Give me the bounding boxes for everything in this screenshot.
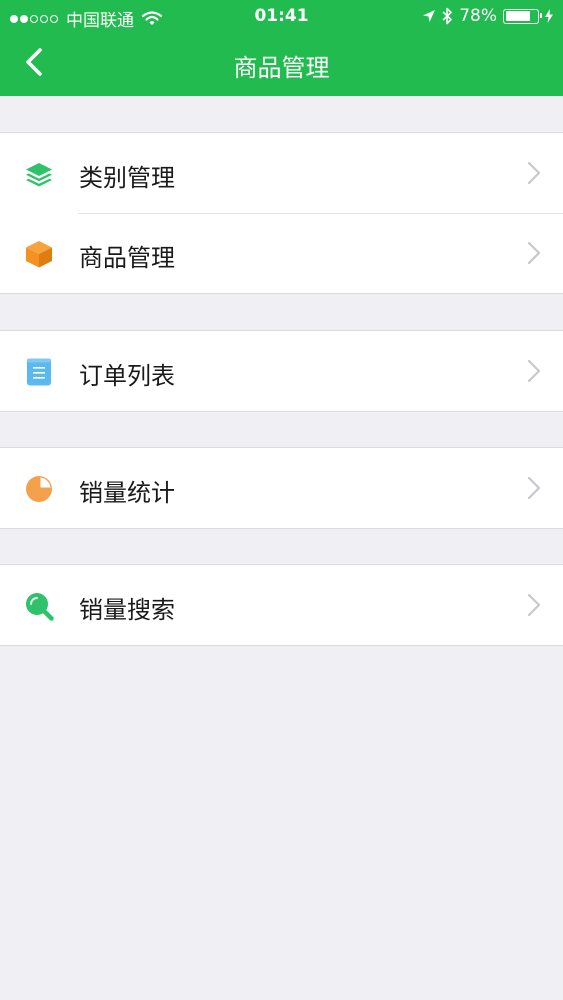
pie-chart-icon — [26, 476, 52, 502]
chevron-right-icon — [527, 593, 541, 617]
charging-bolt-icon — [545, 9, 553, 23]
menu-item-label: 类别管理 — [79, 164, 175, 192]
menu-item-order-list[interactable]: 订单列表 — [0, 331, 563, 411]
menu-group: 订单列表 — [0, 330, 563, 412]
bluetooth-icon — [442, 7, 453, 25]
navigation-bar: 商品管理 — [0, 32, 563, 96]
layers-icon — [26, 163, 52, 187]
menu-item-label: 商品管理 — [79, 244, 175, 272]
menu-item-label: 销量统计 — [79, 479, 175, 507]
location-arrow-icon — [423, 10, 436, 22]
status-right: 78% — [416, 6, 553, 26]
status-bar: 中国联通 01:41 78% — [0, 0, 563, 32]
chevron-right-icon — [527, 359, 541, 383]
chevron-right-icon — [527, 241, 541, 265]
page-title: 商品管理 — [233, 54, 330, 82]
battery-percent: 78% — [459, 6, 497, 26]
battery-icon — [503, 8, 542, 24]
menu-item-category-management[interactable]: 类别管理 — [0, 133, 563, 213]
header-bar: 中国联通 01:41 78% 商品管理 — [0, 0, 563, 96]
menu-group: 销量统计 — [0, 447, 563, 529]
menu-item-product-management[interactable]: 商品管理 — [0, 213, 563, 293]
box-icon — [26, 241, 52, 268]
chevron-right-icon — [527, 476, 541, 500]
menu-group: 类别管理 商品管理 — [0, 132, 563, 294]
menu-item-label: 销量搜索 — [79, 596, 175, 624]
menu-item-label: 订单列表 — [79, 362, 175, 390]
menu-group: 销量搜索 — [0, 564, 563, 646]
battery-fill — [505, 11, 530, 21]
document-icon — [27, 358, 51, 386]
menu-item-sales-search[interactable]: 销量搜索 — [0, 565, 563, 645]
chevron-right-icon — [527, 161, 541, 185]
search-icon — [26, 593, 54, 621]
menu-item-sales-statistics[interactable]: 销量统计 — [0, 448, 563, 528]
